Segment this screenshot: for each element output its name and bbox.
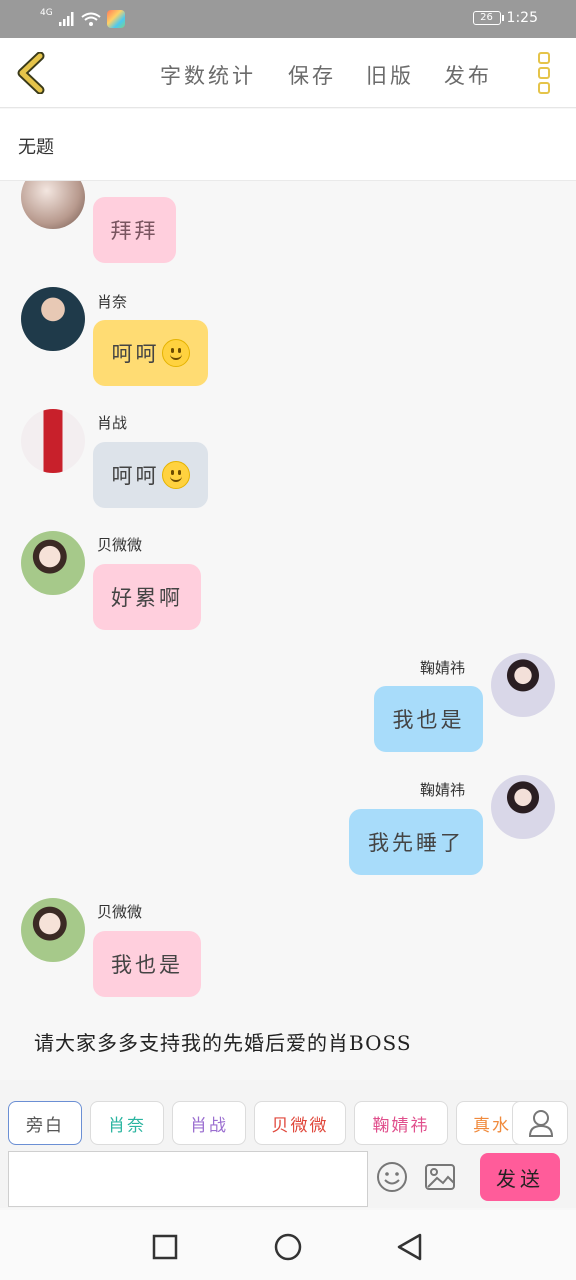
sender-name: 肖奈 <box>97 293 128 311</box>
smiley-icon <box>161 461 190 489</box>
emoji-icon[interactable] <box>373 1158 411 1196</box>
more-menu-icon[interactable] <box>536 52 552 96</box>
role-chip[interactable]: 肖奈 <box>90 1101 164 1145</box>
image-icon[interactable] <box>421 1158 459 1196</box>
avatar[interactable] <box>491 775 555 839</box>
sender-name: 肖战 <box>97 414 128 432</box>
add-role-button[interactable] <box>512 1101 568 1145</box>
avatar[interactable] <box>21 898 85 962</box>
recent-apps-icon[interactable] <box>150 1232 180 1262</box>
network-type: 4G <box>40 8 53 18</box>
message-bubble[interactable]: 我先睡了 <box>349 809 483 875</box>
document-title-row[interactable]: 无题 <box>0 109 576 181</box>
message-bubble[interactable]: 我也是 <box>93 931 201 997</box>
message-bubble[interactable]: 好累啊 <box>93 564 201 630</box>
old-version-button[interactable]: 旧版 <box>366 60 414 90</box>
avatar[interactable] <box>21 181 85 229</box>
app-notification-icon <box>106 10 125 28</box>
composer: 发送 <box>0 1148 576 1208</box>
top-toolbar: 字数统计 保存 旧版 发布 <box>0 38 576 108</box>
role-chip[interactable]: 肖战 <box>172 1101 246 1145</box>
smiley-icon <box>161 339 190 367</box>
message-input[interactable] <box>8 1151 368 1207</box>
document-title: 无题 <box>18 137 54 158</box>
system-nav-bar <box>0 1210 576 1280</box>
back-icon[interactable] <box>14 52 48 94</box>
sender-name: 贝微微 <box>97 536 143 554</box>
message-bubble[interactable]: 呵呵 <box>93 442 208 508</box>
home-icon[interactable] <box>273 1232 303 1262</box>
save-button[interactable]: 保存 <box>288 60 336 90</box>
role-chip[interactable]: 鞠婧祎 <box>354 1101 448 1145</box>
avatar[interactable] <box>21 409 85 473</box>
role-selector-bar: 旁白 肖奈 肖战 贝微微 鞠婧祎 真水 <box>0 1080 576 1148</box>
message-bubble[interactable]: 我也是 <box>374 686 483 752</box>
message-bubble[interactable]: 拜拜 <box>93 197 176 263</box>
battery-icon: 26 <box>472 11 504 25</box>
narration-text[interactable]: 请大家多多支持我的先婚后爱的肖BOSS <box>34 1027 412 1056</box>
back-nav-icon[interactable] <box>395 1232 425 1262</box>
word-count-button[interactable]: 字数统计 <box>160 60 256 90</box>
wifi-icon <box>81 12 101 26</box>
send-button[interactable]: 发送 <box>480 1153 560 1201</box>
sender-name: 贝微微 <box>97 903 143 921</box>
chat-area[interactable]: 拜拜 肖奈 呵呵 肖战 呵呵 贝微微 好累啊 鞠婧祎 我也是 鞠婧祎 我先睡了 … <box>0 181 576 1080</box>
role-chip[interactable]: 贝微微 <box>254 1101 346 1145</box>
role-chip-narrator[interactable]: 旁白 <box>8 1101 82 1145</box>
sender-name: 鞠婧祎 <box>420 781 466 799</box>
avatar[interactable] <box>21 531 85 595</box>
avatar[interactable] <box>21 287 85 351</box>
message-bubble[interactable]: 呵呵 <box>93 320 208 386</box>
signal-icon <box>58 12 74 26</box>
sender-name: 鞠婧祎 <box>420 659 466 677</box>
avatar[interactable] <box>491 653 555 717</box>
clock: 1:25 <box>506 10 538 26</box>
publish-button[interactable]: 发布 <box>444 60 492 90</box>
status-bar: 4G 26 1:25 <box>0 0 576 38</box>
person-icon <box>528 1110 554 1137</box>
